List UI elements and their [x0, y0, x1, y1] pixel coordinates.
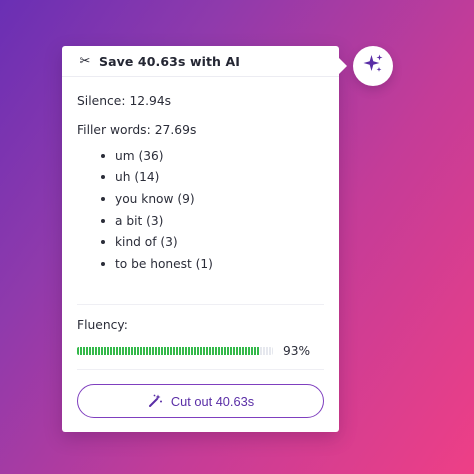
- bullet-icon: [101, 218, 105, 223]
- silence-value: 12.94s: [129, 94, 172, 108]
- popover-title: Save 40.63s with AI: [99, 53, 241, 69]
- magic-wand-icon: [147, 393, 163, 409]
- list-item: a bit (3): [77, 210, 324, 232]
- bullet-icon: [101, 196, 105, 201]
- filler-words-label: Filler words:: [77, 123, 151, 137]
- popover-body: Silence: 12.94s Filler words: 27.69s um (3…: [62, 77, 339, 275]
- list-item: kind of (3): [77, 231, 324, 253]
- fluency-meter: 93%: [77, 343, 324, 359]
- popover-header: ✂ Save 40.63s with AI: [62, 46, 339, 77]
- list-item: uh (14): [77, 167, 324, 189]
- cut-out-button[interactable]: Cut out 40.63s: [77, 384, 324, 418]
- fluency-percent: 93%: [283, 344, 311, 358]
- list-item: you know (9): [77, 188, 324, 210]
- fluency-progress-fill: [77, 347, 260, 355]
- filler-words-stat: Filler words: 27.69s: [77, 122, 324, 138]
- filler-item-label: kind of (3): [115, 235, 178, 250]
- ai-savings-popover: ✂ Save 40.63s with AI Silence: 12.94s Fil…: [62, 46, 347, 432]
- filler-item-label: a bit (3): [115, 213, 164, 228]
- list-item: um (36): [77, 145, 324, 167]
- ai-assist-button[interactable]: [353, 46, 393, 86]
- scissors-icon: ✂: [79, 53, 91, 69]
- filler-item-label: uh (14): [115, 170, 160, 185]
- bullet-icon: [101, 261, 105, 266]
- silence-stat: Silence: 12.94s: [77, 93, 324, 109]
- section-divider: [77, 369, 324, 370]
- cut-out-button-label: Cut out 40.63s: [170, 393, 255, 409]
- filler-item-label: to be honest (1): [115, 256, 213, 271]
- fluency-progress-track: [77, 347, 273, 355]
- bullet-icon: [101, 240, 105, 245]
- section-divider: [77, 304, 324, 305]
- fluency-label: Fluency:: [77, 318, 128, 332]
- filler-word-list: um (36) uh (14) you know (9) a bit (3) k…: [77, 145, 324, 275]
- bullet-icon: [101, 153, 105, 158]
- silence-label: Silence:: [77, 94, 126, 108]
- filler-item-label: um (36): [115, 148, 164, 163]
- sparkle-icon: [361, 52, 385, 80]
- filler-item-label: you know (9): [115, 191, 195, 206]
- filler-words-value: 27.69s: [154, 123, 197, 137]
- bullet-icon: [101, 175, 105, 180]
- list-item: to be honest (1): [77, 253, 324, 275]
